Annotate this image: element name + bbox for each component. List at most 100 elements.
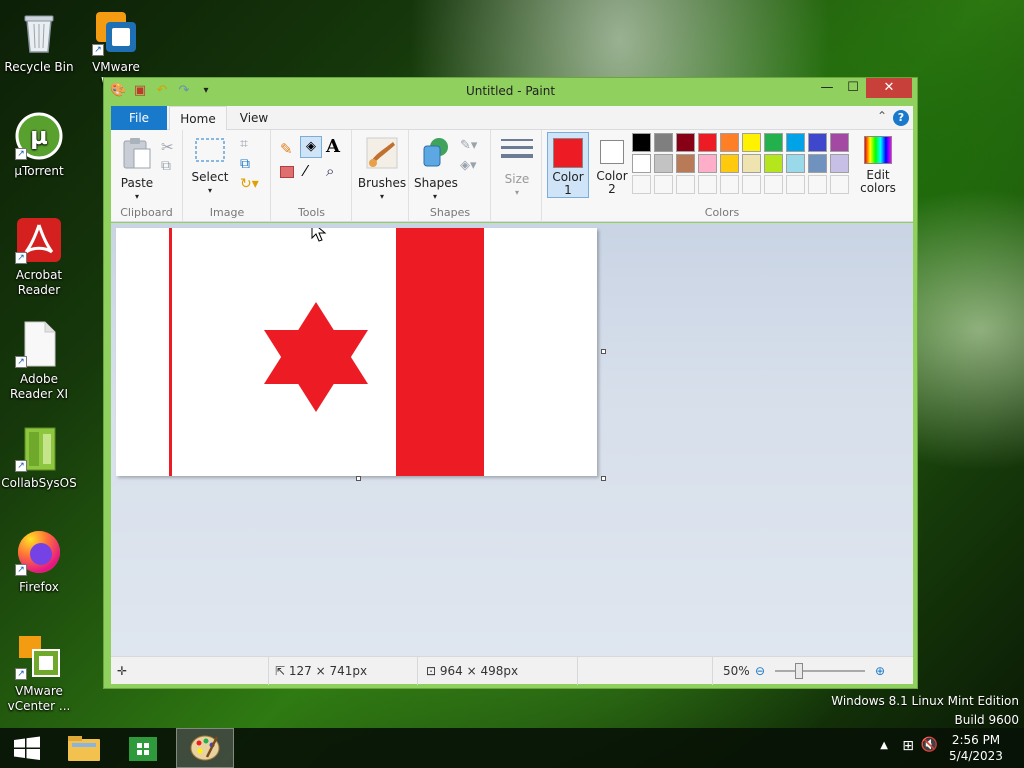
- color2-button[interactable]: Color 2: [591, 132, 633, 196]
- taskbar: ▲ ⊞ 🔇 2:56 PM 5/4/2023: [0, 728, 1024, 768]
- resize-icon[interactable]: ⧉: [240, 156, 250, 172]
- minimize-button[interactable]: —: [814, 78, 840, 98]
- select-icon: [190, 136, 230, 167]
- zoom-slider-thumb[interactable]: [795, 663, 803, 679]
- recycle-bin-icon: [15, 8, 63, 56]
- palette-swatch[interactable]: [830, 154, 849, 173]
- eraser-icon[interactable]: [280, 166, 294, 178]
- firefox-icon: ↗: [15, 528, 63, 576]
- close-button[interactable]: ✕: [866, 78, 912, 98]
- desktop-icon-vmware-vcenter[interactable]: ↗ VMware vCenter ...: [0, 632, 78, 714]
- palette-swatch[interactable]: [720, 154, 739, 173]
- start-button[interactable]: [0, 728, 56, 768]
- pencil-icon[interactable]: ✎: [280, 140, 293, 158]
- show-hidden-icons[interactable]: ▲: [880, 740, 888, 751]
- palette-swatch[interactable]: [676, 154, 695, 173]
- select-button[interactable]: Select ▾: [190, 136, 230, 197]
- shortcut-arrow-icon: ↗: [15, 252, 27, 264]
- size-button[interactable]: Size ▾: [498, 136, 536, 199]
- flag-drawing: [169, 228, 484, 476]
- desktop-icon-utorrent[interactable]: µ ↗ µTorrent: [0, 112, 78, 179]
- palette-swatch[interactable]: [764, 154, 783, 173]
- zoom-out-icon[interactable]: ⊖: [755, 657, 765, 685]
- network-icon[interactable]: ⊞: [902, 738, 914, 754]
- palette-swatch[interactable]: [786, 175, 805, 194]
- desktop-icon-acrobat-reader[interactable]: ↗ Acrobat Reader: [0, 216, 78, 298]
- magnifier-icon[interactable]: ⌕: [326, 162, 334, 180]
- desktop-icon-firefox[interactable]: ↗ Firefox: [0, 528, 78, 595]
- palette-swatch[interactable]: [654, 133, 673, 152]
- group-tools: ✎ ◈ A ⁄ ⌕ Tools: [272, 130, 352, 222]
- maximize-button[interactable]: ☐: [840, 78, 866, 98]
- zoom-slider[interactable]: [775, 670, 865, 672]
- palette-swatch[interactable]: [742, 175, 761, 194]
- rotate-icon[interactable]: ↻▾: [240, 176, 259, 192]
- color1-button[interactable]: Color 1: [547, 132, 589, 198]
- palette-swatch[interactable]: [654, 175, 673, 194]
- color-picker-icon[interactable]: ⁄: [304, 162, 307, 180]
- fill-shape-icon[interactable]: ◈▾: [460, 158, 477, 173]
- resize-handle-corner[interactable]: [601, 476, 606, 481]
- title-bar[interactable]: 🎨 ▣ ↶ ↷ ▾ Untitled - Paint — ☐ ✕: [104, 78, 917, 106]
- outline-icon[interactable]: ✎▾: [460, 138, 477, 153]
- palette-swatch[interactable]: [808, 154, 827, 173]
- fill-icon[interactable]: ◈: [300, 136, 322, 158]
- zoom-in-icon[interactable]: ⊕: [875, 657, 885, 685]
- palette-swatch[interactable]: [720, 175, 739, 194]
- copy-icon[interactable]: ⧉: [161, 158, 171, 174]
- tab-file[interactable]: File: [111, 106, 167, 130]
- resize-handle-bottom[interactable]: [356, 476, 361, 481]
- crop-icon[interactable]: ⌗: [240, 136, 248, 152]
- taskbar-store[interactable]: [115, 728, 171, 768]
- clock-date: 5/4/2023: [949, 749, 1003, 763]
- resize-handle-right[interactable]: [601, 349, 606, 354]
- desktop-icon-label: VMware vCenter ...: [7, 684, 71, 713]
- palette-swatch[interactable]: [808, 175, 827, 194]
- palette-swatch[interactable]: [632, 175, 651, 194]
- tab-view[interactable]: View: [229, 106, 279, 130]
- group-brushes-divider: [351, 130, 409, 222]
- group-label-colors: Colors: [704, 206, 740, 219]
- palette-swatch[interactable]: [632, 133, 651, 152]
- clock-time: 2:56 PM: [951, 733, 1001, 747]
- text-icon[interactable]: A: [326, 136, 340, 157]
- taskbar-paint[interactable]: [176, 728, 234, 768]
- palette-swatch[interactable]: [764, 133, 783, 152]
- canvas-area[interactable]: [111, 223, 913, 656]
- edit-colors-button[interactable]: Edit colors: [857, 132, 899, 195]
- palette-swatch[interactable]: [676, 175, 695, 194]
- desktop-icon-collabsysos[interactable]: ↗ CollabSysOS: [0, 424, 78, 491]
- drawing-canvas[interactable]: [116, 228, 597, 476]
- thin-red-line: [169, 228, 172, 476]
- palette-swatch[interactable]: [830, 133, 849, 152]
- palette-swatch[interactable]: [786, 154, 805, 173]
- palette-swatch[interactable]: [698, 133, 717, 152]
- group-label-shapes: Shapes: [429, 206, 471, 219]
- palette-swatch[interactable]: [698, 175, 717, 194]
- palette-swatch[interactable]: [830, 175, 849, 194]
- desktop-icon-adobe-reader-xi[interactable]: ↗ Adobe Reader XI: [0, 320, 78, 402]
- collapse-ribbon-icon[interactable]: ⌃: [877, 109, 887, 123]
- shapes-button[interactable]: Shapes ▾: [414, 136, 458, 203]
- shortcut-arrow-icon: ↗: [15, 564, 27, 576]
- palette-swatch[interactable]: [786, 133, 805, 152]
- desktop-icon-recycle-bin[interactable]: Recycle Bin: [0, 8, 78, 75]
- palette-swatch[interactable]: [742, 133, 761, 152]
- palette-swatch[interactable]: [742, 154, 761, 173]
- paste-button[interactable]: Paste ▾: [117, 136, 157, 203]
- palette-swatch[interactable]: [808, 133, 827, 152]
- cut-icon[interactable]: ✂: [161, 138, 174, 156]
- clock[interactable]: 2:56 PM 5/4/2023: [948, 732, 1004, 764]
- palette-swatch[interactable]: [720, 133, 739, 152]
- help-icon[interactable]: ?: [893, 110, 909, 126]
- svg-text:µ: µ: [30, 122, 48, 150]
- palette-swatch[interactable]: [632, 154, 651, 173]
- tab-home[interactable]: Home: [169, 106, 227, 131]
- palette-swatch[interactable]: [676, 133, 695, 152]
- palette-swatch[interactable]: [764, 175, 783, 194]
- palette-swatch[interactable]: [654, 154, 673, 173]
- taskbar-file-explorer[interactable]: [56, 728, 112, 768]
- move-icon: ✛: [117, 664, 128, 678]
- volume-muted-icon[interactable]: 🔇: [921, 737, 938, 753]
- palette-swatch[interactable]: [698, 154, 717, 173]
